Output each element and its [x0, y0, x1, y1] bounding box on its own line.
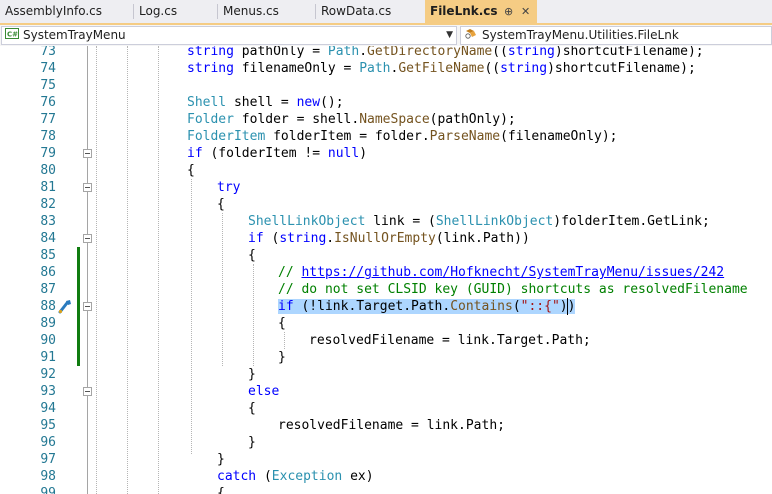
code-line-82: { — [217, 197, 225, 212]
fold-toggle[interactable] — [83, 234, 92, 243]
quick-action-icon[interactable] — [57, 298, 73, 315]
indent-guide — [158, 46, 159, 494]
navigation-bar: C# SystemTrayMenu ▼ SystemTrayMenu.Utili… — [0, 25, 772, 47]
fold-line — [87, 192, 88, 234]
line-number: 80 — [40, 163, 56, 178]
fold-toggle[interactable] — [83, 302, 92, 311]
line-number: 77 — [40, 112, 56, 127]
fold-toggle[interactable] — [83, 387, 92, 396]
class-dropdown[interactable]: SystemTrayMenu.Utilities.FileLnk — [460, 26, 772, 45]
line-number: 92 — [40, 367, 56, 382]
line-number: 90 — [40, 333, 56, 348]
tab-filelnk[interactable]: FileLnk.cs ⊕ ✕ — [425, 0, 537, 23]
code-line-87: // do not set CLSID key (GUID) shortcuts… — [278, 282, 748, 297]
class-name: SystemTrayMenu.Utilities.FileLnk — [482, 28, 679, 42]
tab-label: AssemblyInfo.cs — [5, 4, 103, 18]
line-number: 82 — [40, 197, 56, 212]
project-name: SystemTrayMenu — [23, 28, 126, 42]
tab-label: Menus.cs — [223, 4, 279, 18]
line-number: 86 — [40, 265, 56, 280]
line-number: 76 — [40, 95, 56, 110]
project-dropdown[interactable]: C# SystemTrayMenu ▼ — [1, 26, 457, 45]
code-line-74: string filenameOnly = Path.GetFileName((… — [187, 61, 696, 76]
chevron-down-icon: ▼ — [446, 30, 453, 40]
code-line-78: FolderItem folderItem = folder.ParseName… — [187, 129, 618, 144]
code-line-88: if (!link.Target.Path.Contains("::{")) — [187, 298, 576, 315]
line-number: 96 — [40, 435, 56, 450]
code-line-80: { — [187, 163, 195, 178]
code-line-99: { — [217, 486, 225, 494]
tab-label: Log.cs — [139, 4, 178, 18]
line-number: 91 — [40, 350, 56, 365]
tab-label: RowData.cs — [321, 4, 392, 18]
line-number: 78 — [40, 129, 56, 144]
fold-toggle[interactable] — [83, 183, 92, 192]
code-line-86: // https://github.com/Hofknecht/SystemTr… — [278, 265, 725, 280]
csharp-project-icon: C# — [5, 27, 19, 44]
line-number: 84 — [40, 231, 56, 246]
svg-text:C#: C# — [7, 31, 18, 39]
code-line-73: string pathOnly = Path.GetDirectoryName(… — [187, 46, 704, 59]
indent-guide — [96, 46, 97, 494]
code-line-98: catch (Exception ex) — [217, 469, 374, 484]
line-number: 83 — [40, 214, 56, 229]
class-icon — [464, 27, 478, 44]
code-line-94: { — [248, 401, 256, 416]
tab-assemblyinfo[interactable]: AssemblyInfo.cs — [0, 0, 133, 23]
line-number: 88 — [40, 299, 56, 314]
fold-toggle[interactable] — [83, 149, 92, 158]
line-number: 79 — [40, 146, 56, 161]
line-number: 98 — [40, 469, 56, 484]
line-number: 94 — [40, 401, 56, 416]
code-line-97: } — [217, 452, 225, 467]
code-line-95: resolvedFilename = link.Path; — [278, 418, 505, 433]
line-number: 95 — [40, 418, 56, 433]
line-number: 99 — [40, 486, 56, 494]
code-editor[interactable]: 73 74 75 76 77 78 79 80 81 82 83 84 85 8… — [0, 46, 772, 494]
tab-menus[interactable]: Menus.cs — [218, 0, 315, 23]
line-number: 74 — [40, 61, 56, 76]
code-line-92: } — [248, 367, 256, 382]
fold-line — [87, 243, 88, 302]
close-icon[interactable]: ✕ — [521, 0, 530, 23]
pin-icon[interactable]: ⊕ — [504, 0, 513, 23]
document-tab-bar: AssemblyInfo.cs Log.cs Menus.cs RowData.… — [0, 0, 772, 25]
code-line-84: if (string.IsNullOrEmpty(link.Path)) — [248, 231, 530, 246]
code-line-77: Folder folder = shell.NameSpace(pathOnly… — [187, 112, 516, 127]
code-line-93: else — [248, 384, 280, 399]
line-number: 97 — [40, 452, 56, 467]
code-line-79: if (folderItem != null) — [187, 146, 368, 161]
code-line-91: } — [278, 350, 286, 365]
code-line-89: { — [278, 316, 286, 331]
code-line-76: Shell shell = new(); — [187, 95, 344, 110]
text-cursor — [567, 298, 568, 315]
tab-label: FileLnk.cs — [430, 4, 498, 18]
code-line-81: try — [217, 180, 241, 195]
line-number: 87 — [40, 282, 56, 297]
code-line-96: } — [248, 435, 256, 450]
code-line-83: ShellLinkObject link = (ShellLinkObject)… — [248, 214, 710, 229]
line-number: 75 — [40, 78, 56, 93]
fold-line — [87, 396, 88, 494]
line-number: 93 — [40, 384, 56, 399]
fold-line — [87, 158, 88, 183]
line-number: 81 — [40, 180, 56, 195]
indent-guide — [127, 46, 128, 494]
tab-log[interactable]: Log.cs — [134, 0, 217, 23]
tab-rowdata[interactable]: RowData.cs — [316, 0, 424, 23]
code-line-90: resolvedFilename = link.Target.Path; — [309, 333, 591, 348]
code-line-85: { — [248, 248, 256, 263]
line-number: 85 — [40, 248, 56, 263]
change-indicator — [77, 247, 80, 366]
line-number: 89 — [40, 316, 56, 331]
fold-line — [87, 46, 88, 149]
fold-line — [87, 311, 88, 387]
line-number: 73 — [40, 46, 56, 59]
